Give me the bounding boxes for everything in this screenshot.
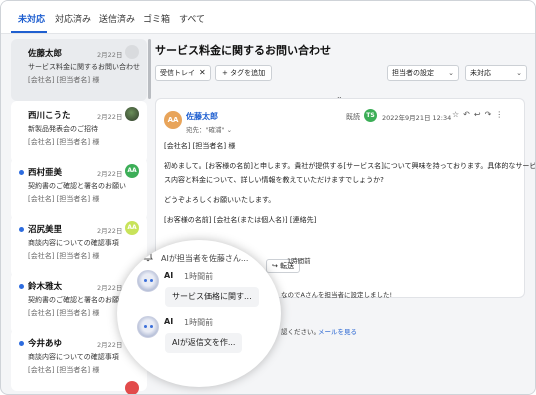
unread-dot	[19, 227, 24, 232]
ai-message[interactable]: サービス価格に関す...	[165, 287, 259, 307]
message-datetime: 2022年9月21日 12:34	[382, 114, 452, 122]
add-tag-label: タグを追加	[230, 69, 266, 77]
tag-chip[interactable]: 受信トレイ ✕	[155, 65, 211, 81]
contact-name: 西川こうた	[28, 111, 71, 121]
ai-time: 1時間前	[184, 318, 214, 327]
view-mail-link[interactable]: メールを見る	[318, 326, 357, 336]
bell-icon	[143, 250, 153, 262]
unread-dot	[19, 170, 24, 175]
activity-assign-text: なのでAさんを担当者に設定しました!	[281, 291, 393, 299]
conversation-date: 2月22日	[97, 51, 123, 59]
conversation-preview: [会社名] [担当者名] 様	[28, 76, 100, 84]
tab-all[interactable]: すべて	[179, 12, 205, 25]
conversation-subject: 商談内容についての確認事項	[28, 353, 119, 361]
contact-name: 今井あゆ	[28, 339, 63, 349]
status-select[interactable]: 未対応 ⌄	[465, 65, 527, 81]
ai-avatar	[137, 270, 159, 292]
ai-avatar	[137, 316, 159, 338]
conversation-subject: サービス料金に関するお問い合わせ	[28, 63, 140, 71]
star-icon[interactable]: ☆	[452, 110, 463, 119]
conversation-date: 2月22日	[97, 284, 123, 292]
reader-avatar: TS	[364, 109, 377, 122]
ai-name: AI	[164, 271, 174, 280]
reply-icon[interactable]: ↶	[463, 110, 474, 119]
avatar: AA	[125, 164, 139, 178]
conversation-date: 2月22日	[97, 341, 123, 349]
body-line: どうぞよろしくお願いいたします。	[164, 196, 276, 204]
conversation-item[interactable]: 西川こうた 2月22日 新製品発表会のご招待 [会社名] [担当者名] 様	[11, 101, 147, 163]
message-actions: ☆↶↩↷⋮	[452, 110, 507, 119]
contact-name: 佐藤太郎	[28, 49, 63, 59]
forward-icon: ↪	[272, 262, 278, 270]
conversation-date: 2月22日	[97, 170, 123, 178]
conversation-preview: [会社名] [担当者名] 様	[28, 138, 100, 146]
tab-sent[interactable]: 送信済み	[99, 12, 135, 25]
conversation-subject: 新製品発表会のご招待	[28, 125, 98, 133]
tab-trash[interactable]: ゴミ箱	[143, 12, 170, 25]
chevron-down-icon: ⌄	[516, 69, 522, 77]
tab-handled[interactable]: 対応済み	[55, 12, 91, 25]
recipient-line[interactable]: 宛先："確浦" ⌄	[186, 124, 232, 134]
sender-avatar: AA	[164, 111, 182, 129]
body-line: 初めまして。[お客様の名前]と申します。貴社が提供する[サービス名]について興味…	[164, 162, 536, 170]
more-icon[interactable]: ⋮	[495, 110, 507, 119]
conversation-subject: 契約書のご確認と署名のお願い	[28, 182, 126, 190]
avatar: AA	[125, 221, 139, 235]
conversation-subject: 商談内容についての確認事項	[28, 239, 119, 247]
avatar	[125, 381, 139, 394]
active-tab-indicator	[11, 31, 47, 33]
chevron-down-icon: ⌄	[448, 69, 454, 77]
ai-time: 1時間前	[184, 272, 214, 281]
contact-name: 沼尻美里	[28, 225, 63, 235]
ai-activity-magnifier: AIが担当者を佐藤さん... AI 1時間前 サービス価格に関す... AI 1…	[117, 240, 281, 387]
ai-activity-title: AIが担当者を佐藤さん...	[161, 254, 249, 263]
tag-label: 受信トレイ	[160, 69, 195, 77]
conversation-preview: [会社名] [担当者名] 様	[28, 366, 100, 374]
conversation-item[interactable]: 沼尻美里 2月22日 AA 商談内容についての確認事項 [会社名] [担当者名]…	[11, 215, 147, 277]
conversation-item[interactable]: 佐藤太郎 2月22日 サービス料金に関するお問い合わせ [会社名] [担当者名]…	[11, 39, 147, 101]
tab-unhandled[interactable]: 未対応	[18, 12, 45, 25]
body-line: [お客様の名前] [会社名(または個人名)] [連絡先]	[164, 216, 317, 224]
unread-dot	[19, 341, 24, 346]
ai-message[interactable]: AIが返信文を作...	[165, 333, 243, 353]
sender-name[interactable]: 佐藤太郎	[186, 111, 218, 122]
body-line: [会社名] [担当者名] 様	[164, 142, 236, 150]
forward-icon[interactable]: ↷	[485, 110, 496, 119]
unread-dot	[19, 284, 24, 289]
conversation-date: 2月22日	[97, 113, 123, 121]
conversation-preview: [会社名] [担当者名] 様	[28, 252, 100, 260]
conversation-item[interactable]: 西村亜美 2月22日 AA 契約書のご確認と署名のお願い [会社名] [担当者名…	[11, 158, 147, 220]
contact-name: 鈴木雅太	[28, 282, 63, 292]
assignee-select[interactable]: 担当者の設定 ⌄	[387, 65, 459, 81]
ai-name: AI	[164, 317, 174, 326]
conversation-date: 2月22日	[97, 227, 123, 235]
close-icon[interactable]: ✕	[199, 68, 206, 77]
read-status: 既読	[346, 113, 360, 121]
plus-icon: +	[222, 69, 228, 77]
assignee-select-value: 担当者の設定	[392, 69, 434, 77]
conversation-preview: [会社名] [担当者名] 様	[28, 309, 100, 317]
chevron-down-icon: ⌄	[226, 126, 233, 134]
reply-all-icon[interactable]: ↩	[474, 110, 485, 119]
thread-subject: サービス料金に関するお問い合わせ	[155, 44, 331, 57]
activity-check-text: 認ください。	[281, 328, 320, 336]
avatar	[125, 107, 139, 121]
add-tag-button[interactable]: + タグを追加	[215, 65, 273, 81]
app-window: 未対応 対応済み 送信済み ゴミ箱 すべて 佐藤太郎 2月22日 サービス料金に…	[0, 0, 536, 395]
activity-time: 1時間前	[287, 257, 311, 265]
conversation-preview: [会社名] [担当者名] 様	[28, 195, 100, 203]
recipient-label: 宛先："確浦"	[186, 126, 225, 134]
avatar	[125, 45, 139, 59]
folder-tabs: 未対応 対応済み 送信済み ゴミ箱 すべて	[1, 1, 535, 34]
status-select-value: 未対応	[470, 69, 491, 77]
body-line: ス内容と料金について、詳しい情報を教えていただけますでしょうか?	[164, 176, 384, 184]
contact-name: 西村亜美	[28, 168, 63, 178]
